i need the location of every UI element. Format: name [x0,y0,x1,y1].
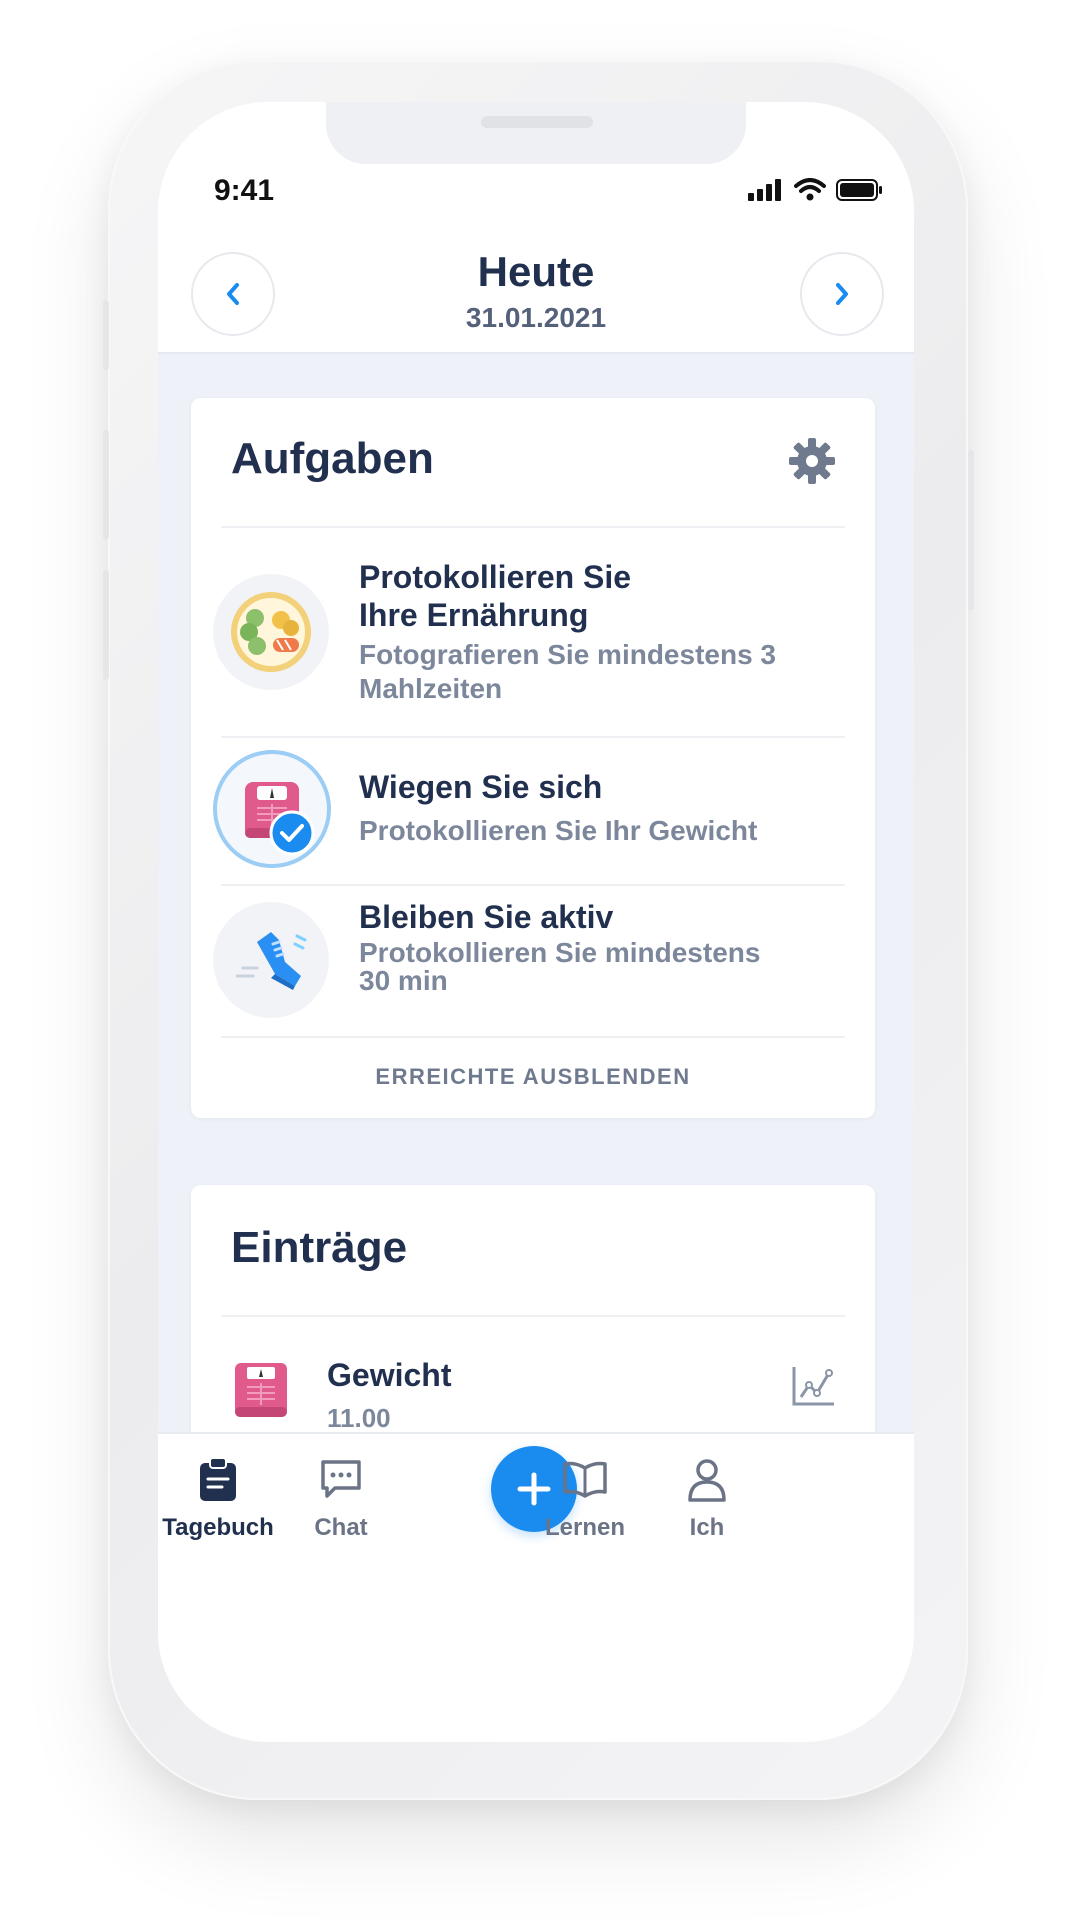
task-title: Protokollieren Sie [359,559,632,595]
status-time: 9:41 [214,174,275,207]
task-item-weigh[interactable]: Wiegen Sie sich Protokollieren Sie Ihr G… [191,738,875,886]
chevron-right-icon [836,283,848,305]
task-title-line2: Ihre Ernährung [359,597,589,633]
task-title: Bleiben Sie aktiv [359,899,614,935]
status-bar: 9:41 [158,102,914,222]
book-icon [563,1461,607,1498]
task-item-nutrition[interactable]: Protokollieren Sie Ihre Ernährung Fotogr… [191,528,875,738]
speaker [481,116,593,128]
battery-icon [836,179,882,201]
wifi-icon [794,178,826,201]
phone-side-button [968,450,974,610]
tasks-title: Aufgaben [231,434,434,483]
task-subtitle-line2: 30 min [359,965,448,996]
status-icons [748,178,884,202]
hide-completed-button[interactable]: ERREICHTE AUSBLENDEN [191,1064,875,1090]
tab-label: Ich [689,1514,725,1541]
page-date: 31.01.2021 [465,302,607,333]
chart-icon[interactable] [791,1365,837,1407]
task-subtitle-line2: Mahlzeiten [359,673,503,704]
phone-side-button [103,570,109,680]
date-header: Heute 31.01.2021 [158,222,914,354]
tab-chat[interactable]: Chat [266,1456,416,1542]
entry-name: Gewicht [327,1357,452,1393]
phone-side-button [103,300,109,370]
person-icon [688,1459,726,1502]
task-item-activity[interactable]: Bleiben Sie aktiv Protokollieren Sie min… [191,886,875,1036]
divider [221,1036,845,1038]
scale-icon [235,1363,287,1417]
entries-title: Einträge [231,1223,408,1272]
checkmark-badge-icon [269,810,315,856]
gear-icon[interactable] [787,436,837,486]
notch [326,102,746,164]
signal-icon [748,179,781,201]
tasks-card: Aufgaben Protokollieren Sie Ihre Ernähru… [191,398,875,1118]
app-screen: 9:41 Heute 31.01.2021 Aufgaben Protokoll… [158,102,914,1742]
tab-label: Chat [314,1514,368,1541]
task-title: Wiegen Sie sich [359,769,603,805]
tab-bar: Tagebuch Chat Lernen Ich [158,1432,914,1742]
entry-time: 11.00 [327,1403,391,1433]
task-subtitle: Fotografieren Sie mindestens 3 [359,639,776,670]
chat-icon [321,1460,361,1498]
sneaker-icon [213,902,329,1018]
phone-side-button [103,430,109,540]
clipboard-icon [200,1457,236,1501]
food-plate-icon [213,574,329,690]
next-day-button[interactable] [800,252,884,336]
tab-ich[interactable]: Ich [632,1456,782,1542]
task-subtitle: Protokollieren Sie Ihr Gewicht [359,815,758,846]
